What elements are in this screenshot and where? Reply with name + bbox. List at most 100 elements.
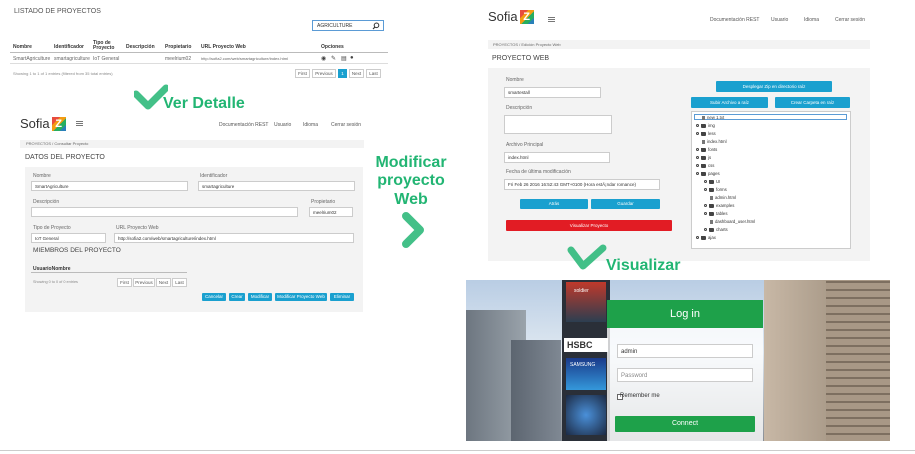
- archivo-field[interactable]: index.html: [504, 152, 610, 163]
- visualizar-proyecto-button[interactable]: Visualizar Proyecto: [506, 220, 672, 231]
- nav-idioma-2[interactable]: Idioma: [804, 17, 819, 23]
- expand-icon[interactable]: [704, 228, 707, 231]
- modificar-proyecto-web-button[interactable]: Modificar Proyecto Web: [275, 293, 327, 301]
- label-modificar-line3: Web: [394, 190, 428, 208]
- search-box[interactable]: AGRICULTURE: [312, 20, 384, 31]
- tree-item[interactable]: img: [696, 123, 715, 128]
- file-tree[interactable]: new 1.txt img less index.html fonts js c…: [691, 111, 851, 249]
- col-identificador[interactable]: Identificador: [54, 44, 84, 50]
- cancelar-button[interactable]: Cancelar: [202, 293, 226, 301]
- propietario-field[interactable]: meelrium02: [309, 207, 353, 217]
- tree-item[interactable]: js: [696, 155, 711, 160]
- nav-doc-rest[interactable]: Documentación REST: [219, 122, 268, 128]
- miembros-next[interactable]: Next: [156, 278, 171, 287]
- section-title: DATOS DEL PROYECTO: [25, 154, 105, 161]
- menu-icon-2[interactable]: [548, 17, 555, 22]
- password-field[interactable]: Password: [617, 368, 753, 382]
- col-tipo[interactable]: Tipo de Proyecto: [93, 41, 115, 51]
- tree-item[interactable]: ajax: [696, 235, 716, 240]
- pager-last[interactable]: Last: [366, 69, 381, 78]
- nav-cerrar-sesion-2[interactable]: Cerrar sesión: [835, 17, 865, 23]
- expand-icon[interactable]: [704, 188, 707, 191]
- descripcion-field-2[interactable]: [504, 115, 612, 134]
- miembros-last[interactable]: Last: [172, 278, 187, 287]
- connect-button[interactable]: Connect: [615, 416, 755, 432]
- tree-label: tables: [716, 211, 728, 216]
- tree-label: charts: [716, 227, 728, 232]
- pager-previous[interactable]: Previous: [312, 69, 336, 78]
- miembros-first[interactable]: First: [117, 278, 132, 287]
- desplegar-zip-button[interactable]: Desplegar Zip en directorio raíz: [716, 81, 832, 92]
- pager-first[interactable]: First: [295, 69, 310, 78]
- tree-item[interactable]: forms: [704, 187, 727, 192]
- col-propietario[interactable]: Propietario: [165, 44, 191, 50]
- tree-item[interactable]: css: [696, 163, 714, 168]
- user-field[interactable]: admin: [617, 344, 753, 358]
- breadcrumb-bar: PROYECTOS / Consultar Proyecto: [20, 140, 364, 148]
- tree-item[interactable]: dashboard_user.html: [710, 219, 755, 224]
- tree-item[interactable]: index.html: [702, 139, 727, 144]
- nav-usuario[interactable]: Usuario: [274, 122, 291, 128]
- nav-doc-rest-2[interactable]: Documentación REST: [710, 17, 759, 23]
- miembros-col[interactable]: UsuarioNombre: [33, 266, 71, 272]
- col-opciones[interactable]: Opciones: [321, 44, 344, 50]
- tree-label: admin.html: [715, 195, 737, 200]
- nombre-field-2[interactable]: smartestall: [504, 87, 601, 98]
- expand-icon[interactable]: [704, 180, 707, 183]
- expand-icon[interactable]: [696, 132, 699, 135]
- atras-button[interactable]: Atrás: [520, 199, 588, 209]
- expand-icon[interactable]: [696, 236, 699, 239]
- fecha-field[interactable]: Fri Feb 26 2016 16:52:43 GMT+0100 (Hora …: [504, 179, 660, 190]
- cell-url[interactable]: http://sofia2.com/web/smartagriculture/i…: [201, 56, 288, 61]
- view-icon[interactable]: ◉: [321, 55, 326, 62]
- nav-cerrar-sesion[interactable]: Cerrar sesión: [331, 122, 361, 128]
- edit-icon[interactable]: ✎: [331, 55, 336, 62]
- chevron-right-icon: [402, 212, 424, 248]
- expand-icon[interactable]: [696, 156, 699, 159]
- tipo-field[interactable]: IoT General: [31, 233, 106, 243]
- nav-idioma[interactable]: Idioma: [303, 122, 318, 128]
- identificador-field[interactable]: smartagriculture: [198, 181, 355, 191]
- search-icon[interactable]: [372, 22, 380, 30]
- expand-icon[interactable]: [696, 124, 699, 127]
- descripcion-field[interactable]: [31, 207, 298, 217]
- expand-icon[interactable]: [704, 204, 707, 207]
- tree-item[interactable]: examples: [704, 203, 734, 208]
- expand-icon[interactable]: [704, 212, 707, 215]
- tree-item[interactable]: charts: [704, 227, 728, 232]
- subir-archivo-button[interactable]: Subir Archivo a raíz: [691, 97, 768, 108]
- tree-item[interactable]: UI: [704, 179, 720, 184]
- cell-propietario: meelrium02: [165, 56, 192, 62]
- tree-item[interactable]: tables: [704, 211, 727, 216]
- tree-item[interactable]: fonts: [696, 147, 717, 152]
- tree-item[interactable]: admin.html: [710, 195, 736, 200]
- pager-next[interactable]: Next: [349, 69, 364, 78]
- nav-usuario-2[interactable]: Usuario: [771, 17, 788, 23]
- url-label: URL Proyecto Web: [116, 225, 159, 231]
- expand-icon[interactable]: [696, 172, 699, 175]
- tree-label: UI: [716, 179, 721, 184]
- crear-carpeta-button[interactable]: Crear Carpeta en raíz: [775, 97, 850, 108]
- expand-icon[interactable]: [696, 164, 699, 167]
- miembros-previous[interactable]: Previous: [133, 278, 155, 287]
- url-field[interactable]: http://sofia2.com/web/smartagriculture/i…: [114, 233, 354, 243]
- tree-item[interactable]: pages: [696, 171, 720, 176]
- search-input[interactable]: AGRICULTURE: [317, 23, 352, 29]
- crear-button[interactable]: Crear: [229, 293, 245, 301]
- login-header: Log in: [607, 300, 763, 328]
- list-footer: Showing 1 to 1 of 1 entries (filtered fr…: [13, 71, 113, 76]
- trash-icon[interactable]: ▤: [341, 55, 347, 62]
- eliminar-button[interactable]: Eliminar: [330, 293, 354, 301]
- col-url[interactable]: URL Proyecto Web: [201, 44, 246, 50]
- col-descripcion[interactable]: Descripción: [126, 44, 155, 50]
- user-icon[interactable]: ●: [350, 55, 354, 61]
- col-nombre[interactable]: Nombre: [13, 44, 32, 50]
- tree-item[interactable]: less: [696, 131, 716, 136]
- guardar-button[interactable]: Guardar: [591, 199, 660, 209]
- expand-icon[interactable]: [696, 148, 699, 151]
- modificar-button[interactable]: Modificar: [248, 293, 272, 301]
- tree-item[interactable]: new 1.txt: [702, 115, 724, 120]
- nombre-field[interactable]: SmartAgriculture: [31, 181, 188, 191]
- pager-page-1[interactable]: 1: [338, 69, 347, 78]
- menu-icon[interactable]: [76, 121, 83, 126]
